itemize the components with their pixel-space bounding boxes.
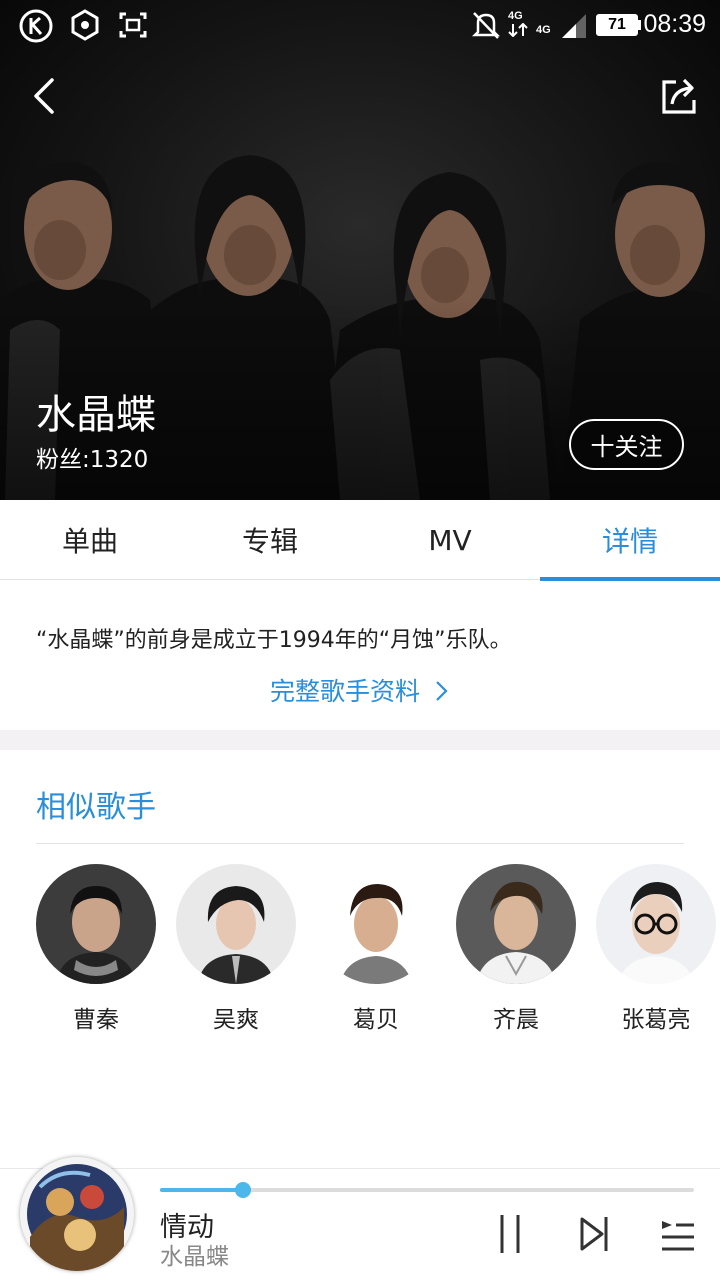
singer-name: 齐晨 xyxy=(493,1007,539,1033)
tab-bar: 单曲 专辑 MV 详情 xyxy=(0,500,720,581)
next-icon[interactable] xyxy=(574,1211,614,1257)
tab-details[interactable]: 详情 xyxy=(540,500,720,581)
chevron-left-icon[interactable] xyxy=(22,74,66,118)
hexagon-app-icon xyxy=(71,9,99,41)
fan-count: 粉丝:1320 xyxy=(36,447,149,473)
tab-mv[interactable]: MV xyxy=(360,500,540,580)
follow-button[interactable]: 十关注 xyxy=(569,419,684,470)
follow-label: 十关注 xyxy=(590,433,663,461)
artist-intro: “水晶蝶”的前身是成立于1994年的“月蚀”乐队。 xyxy=(36,628,512,653)
singer-name: 吴爽 xyxy=(213,1007,259,1033)
progress-bar[interactable] xyxy=(160,1182,694,1198)
singer-name: 曹秦 xyxy=(73,1007,119,1033)
mini-player[interactable]: 情动 水晶蝶 xyxy=(0,1157,720,1280)
battery-tip xyxy=(638,20,641,30)
progress-fill xyxy=(160,1188,243,1192)
album-cover[interactable] xyxy=(20,1157,134,1271)
status-bar: 4G 4G 71 08:39 xyxy=(0,0,720,52)
battery-level: 71 xyxy=(608,16,626,33)
tab-label: 单曲 xyxy=(61,525,118,558)
share-icon[interactable] xyxy=(656,74,702,118)
pause-icon[interactable] xyxy=(490,1211,530,1257)
playlist-icon[interactable] xyxy=(658,1211,698,1257)
avatar xyxy=(36,864,156,984)
similar-singer[interactable]: 齐晨 xyxy=(456,864,576,1034)
screenshot-icon xyxy=(119,12,147,38)
similar-singer[interactable]: 吴爽 xyxy=(176,864,296,1034)
data-arrows-icon xyxy=(508,23,528,37)
signal-icon xyxy=(562,14,586,38)
network-type-label: 4G xyxy=(508,10,523,22)
section-line xyxy=(36,843,684,844)
mute-bell-icon xyxy=(471,12,501,39)
full-profile-label: 完整歌手资料 xyxy=(270,677,421,706)
artist-name: 水晶蝶 xyxy=(36,392,156,438)
avatar xyxy=(176,864,296,984)
tab-singles[interactable]: 单曲 xyxy=(0,500,180,580)
similar-singers-title: 相似歌手 xyxy=(36,790,156,825)
battery-icon: 71 xyxy=(596,14,638,36)
similar-singer[interactable]: 曹秦 xyxy=(36,864,156,1034)
tab-label: MV xyxy=(428,523,472,557)
similar-singer[interactable]: 张葛亮 xyxy=(596,864,716,1034)
k-app-icon xyxy=(19,9,53,43)
artist-page: 4G 4G 71 08:39 水晶蝶 粉丝:1320 十关注 单曲 专辑 MV … xyxy=(0,0,720,1280)
avatar xyxy=(316,864,436,984)
avatar xyxy=(596,864,716,984)
tab-label: 详情 xyxy=(601,525,658,558)
avatar xyxy=(456,864,576,984)
song-artist: 水晶蝶 xyxy=(160,1244,229,1270)
similar-singer[interactable]: 葛贝 xyxy=(316,864,436,1034)
network-type-label-2: 4G xyxy=(536,24,551,36)
full-profile-link[interactable]: 完整歌手资料 xyxy=(0,672,720,708)
artist-hero: 4G 4G 71 08:39 水晶蝶 粉丝:1320 十关注 xyxy=(0,0,720,500)
chevron-right-icon xyxy=(436,681,448,701)
album-art xyxy=(27,1164,127,1271)
status-time: 08:39 xyxy=(643,10,706,38)
singer-name: 张葛亮 xyxy=(621,1007,691,1033)
tab-albums[interactable]: 专辑 xyxy=(180,500,360,580)
section-divider xyxy=(0,730,720,750)
progress-handle[interactable] xyxy=(234,1182,251,1198)
tab-label: 专辑 xyxy=(241,525,298,558)
singer-name: 葛贝 xyxy=(353,1007,399,1033)
